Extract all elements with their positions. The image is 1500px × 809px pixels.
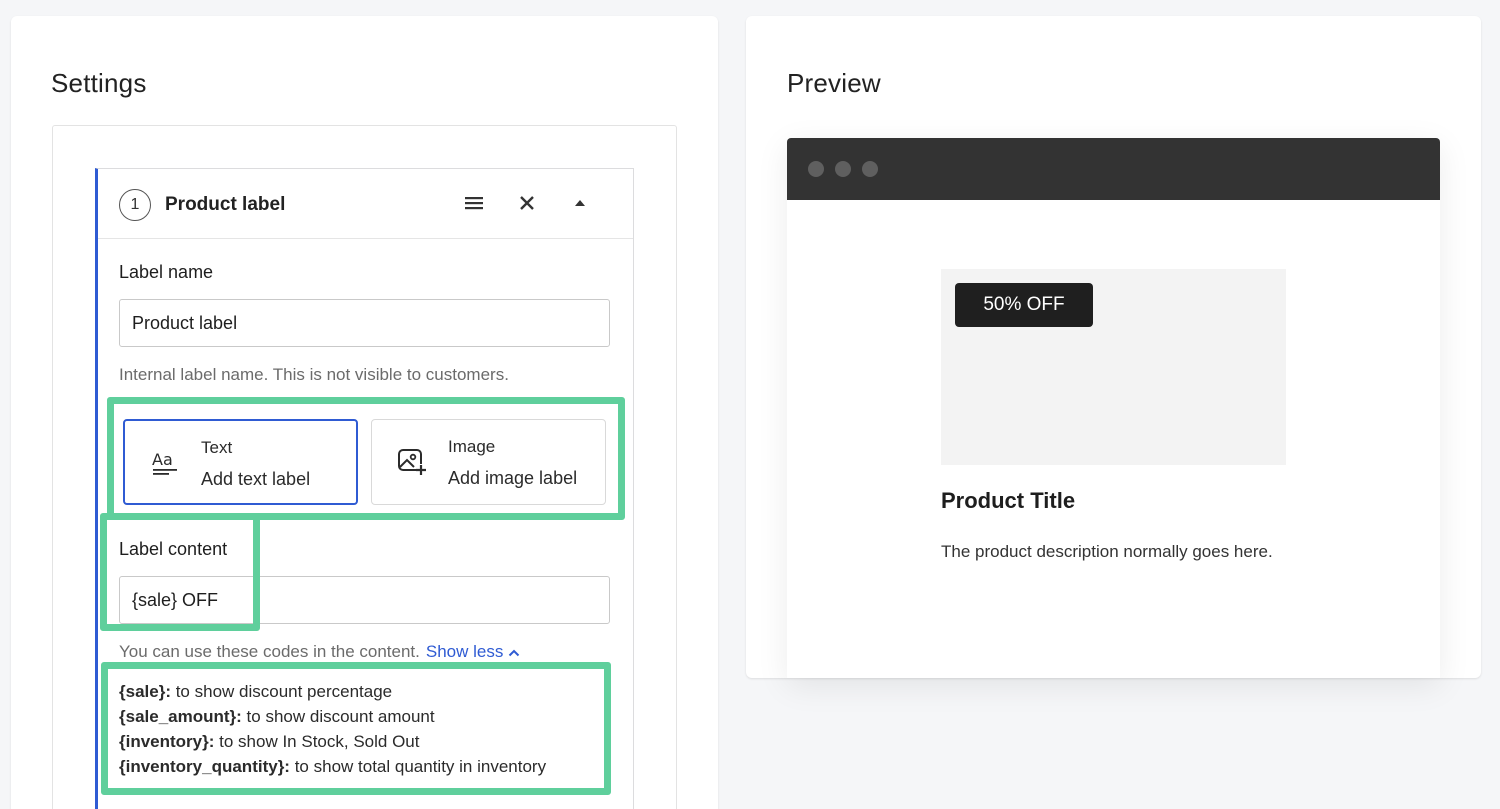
window-dot-icon <box>835 161 851 177</box>
product-description: The product description normally goes he… <box>941 542 1273 561</box>
sale-badge: 50% OFF <box>955 283 1093 327</box>
label-content-label: Label content <box>119 539 228 559</box>
show-less-label: Show less <box>425 642 504 661</box>
settings-title: Settings <box>51 68 147 98</box>
window-dot-icon <box>808 161 824 177</box>
code-item: {inventory_quantity}: to show total quan… <box>119 754 546 779</box>
settings-inner-box: 1 Product label Label name Internal labe… <box>52 125 677 809</box>
code-key: {sale_amount}: <box>119 707 242 726</box>
text-type-option[interactable]: Aa Text Add text label <box>123 419 358 505</box>
product-image-placeholder: 50% OFF <box>941 269 1286 465</box>
label-name-help: Internal label name. This is not visible… <box>119 365 509 384</box>
code-item: {sale}: to show discount percentage <box>119 679 546 704</box>
drag-menu-icon[interactable] <box>462 191 486 215</box>
text-type-subtitle: Add text label <box>201 469 311 489</box>
panel-header[interactable]: 1 Product label <box>98 169 633 239</box>
code-desc: to show total quantity in inventory <box>289 757 547 776</box>
codes-list: {sale}: to show discount percentage {sal… <box>119 679 546 779</box>
image-type-subtitle: Add image label <box>448 468 578 488</box>
codes-help: You can use these codes in the content. S… <box>119 642 520 662</box>
step-number: 1 <box>119 189 151 221</box>
text-type-title: Text <box>201 438 233 457</box>
settings-card: Settings 1 Product label Label name Inte… <box>11 16 718 809</box>
close-icon[interactable] <box>515 191 539 215</box>
panel-title: Product label <box>165 194 286 215</box>
preview-title: Preview <box>787 68 881 98</box>
code-item: {inventory}: to show In Stock, Sold Out <box>119 729 546 754</box>
label-content-input[interactable] <box>119 576 610 624</box>
preview-card: Preview 50% OFF Product Title The produc… <box>746 16 1481 678</box>
codes-help-text: You can use these codes in the content. <box>119 642 420 661</box>
chevron-up-icon <box>508 649 520 657</box>
collapse-up-icon[interactable] <box>568 191 592 215</box>
text-format-icon: Aa <box>149 447 181 479</box>
product-title: Product Title <box>941 488 1076 513</box>
code-desc: to show In Stock, Sold Out <box>214 732 420 751</box>
product-label-panel: 1 Product label Label name Internal labe… <box>95 168 634 809</box>
label-name-input[interactable] <box>119 299 610 347</box>
code-key: {inventory}: <box>119 732 215 751</box>
code-key: {inventory_quantity}: <box>119 757 290 776</box>
show-less-link[interactable]: Show less <box>426 642 520 661</box>
label-name-label: Label name <box>119 262 214 282</box>
add-image-icon <box>396 446 428 478</box>
window-dot-icon <box>862 161 878 177</box>
code-key: {sale}: <box>119 682 171 701</box>
browser-toolbar <box>787 138 1440 200</box>
browser-mockup: 50% OFF Product Title The product descri… <box>787 138 1440 678</box>
code-item: {sale_amount}: to show discount amount <box>119 704 546 729</box>
code-desc: to show discount amount <box>241 707 435 726</box>
svg-text:Aa: Aa <box>152 450 173 469</box>
image-type-option[interactable]: Image Add image label <box>371 419 606 505</box>
image-type-title: Image <box>448 437 496 456</box>
code-desc: to show discount percentage <box>170 682 393 701</box>
